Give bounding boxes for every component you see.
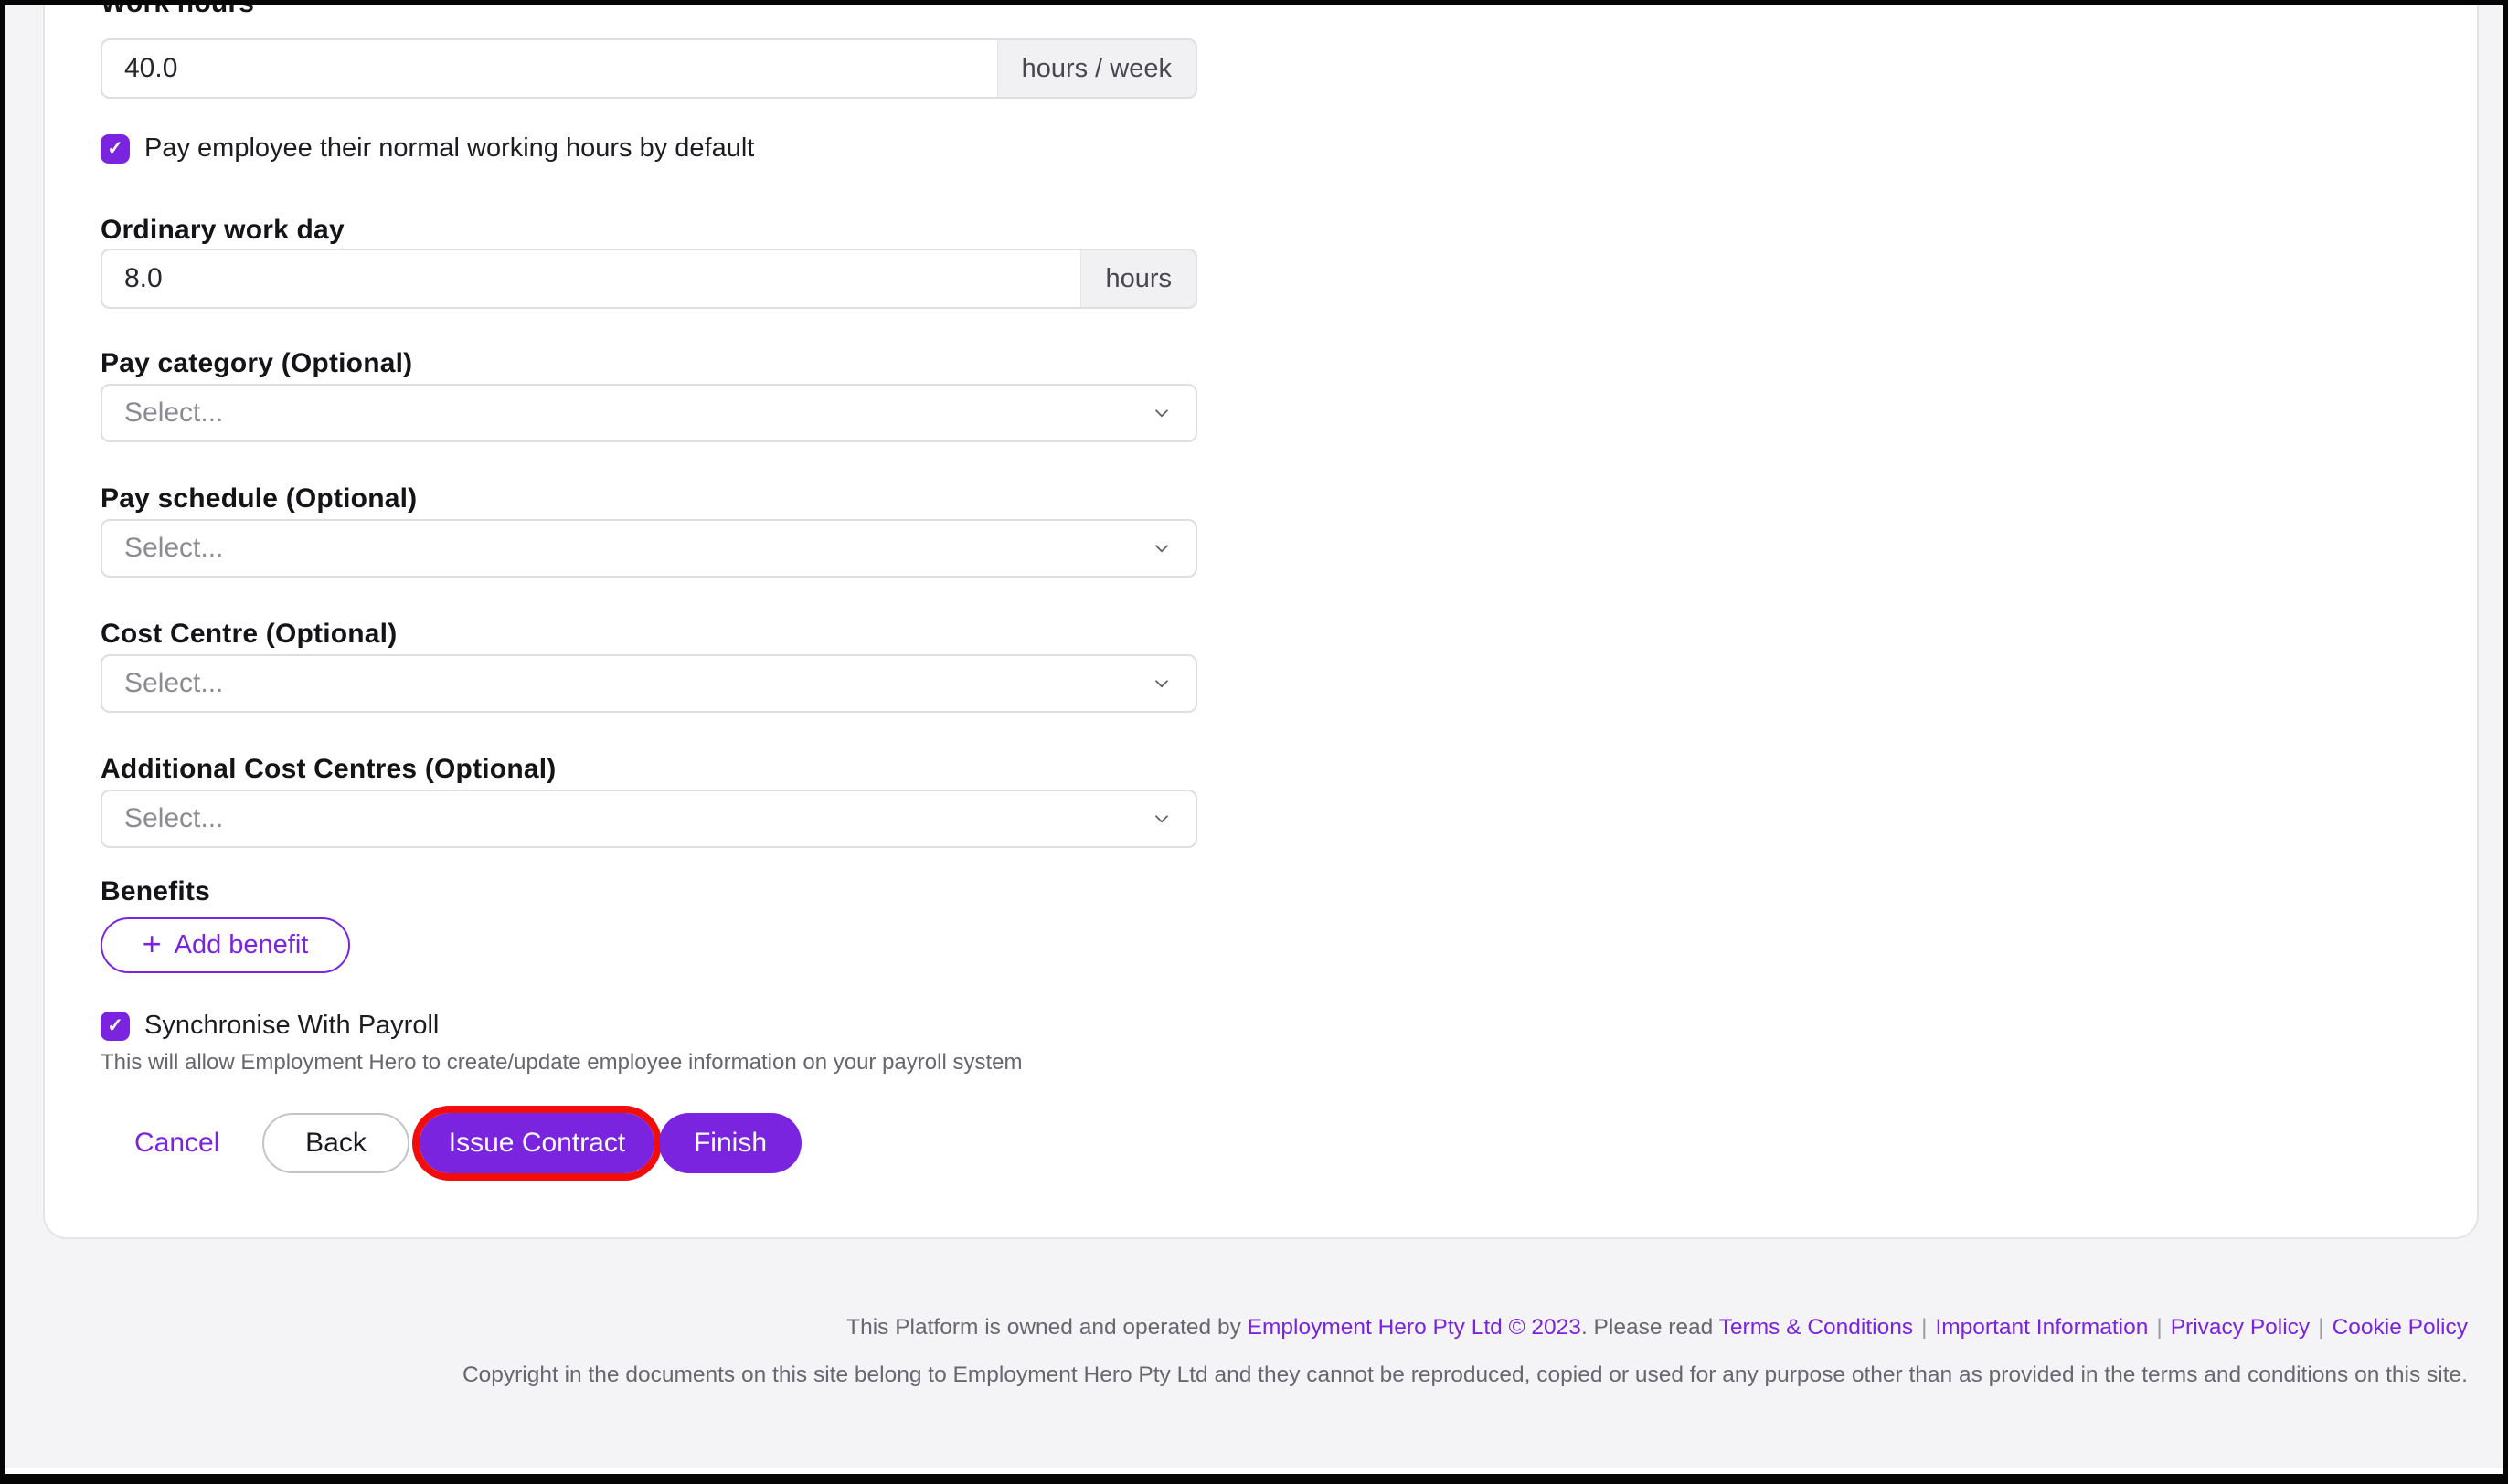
pay-schedule-label: Pay schedule (Optional) (101, 483, 417, 514)
additional-cost-centres-label: Additional Cost Centres (Optional) (101, 754, 556, 785)
issue-contract-button[interactable]: Issue Contract (420, 1113, 654, 1173)
chevron-down-icon (1150, 807, 1174, 831)
work-hours-field: hours / week (101, 38, 1197, 99)
add-benefit-button[interactable]: + Add benefit (101, 917, 350, 973)
pay-schedule-select[interactable]: Select... (101, 519, 1197, 578)
pay-default-checkbox[interactable]: ✓ (101, 134, 130, 164)
chevron-down-icon (1150, 672, 1174, 695)
footer-separator: | (1921, 1315, 1927, 1340)
hours-per-week-suffix: hours / week (997, 40, 1196, 97)
pay-schedule-placeholder: Select... (124, 533, 223, 564)
benefits-label: Benefits (101, 876, 210, 907)
add-benefit-label: Add benefit (175, 930, 309, 960)
plus-icon: + (143, 928, 162, 960)
footer-separator: | (2318, 1315, 2323, 1340)
ordinary-work-day-field: hours (101, 249, 1197, 309)
footer-separator: | (2156, 1315, 2162, 1340)
cancel-button[interactable]: Cancel (134, 1113, 219, 1173)
pay-default-row: ✓ Pay employee their normal working hour… (101, 133, 754, 164)
chevron-down-icon (1150, 401, 1174, 425)
check-icon: ✓ (107, 137, 123, 160)
work-hours-input[interactable] (102, 40, 997, 97)
synchronise-payroll-checkbox[interactable]: ✓ (101, 1012, 130, 1041)
pay-category-label: Pay category (Optional) (101, 348, 412, 379)
hours-suffix: hours (1080, 250, 1196, 307)
footer-company-link[interactable]: Employment Hero Pty Ltd © 2023 (1248, 1315, 1581, 1340)
footer-please-read-text: . Please read (1581, 1315, 1719, 1340)
pay-category-placeholder: Select... (124, 398, 223, 429)
synchronise-helper-text: This will allow Employment Hero to creat… (101, 1050, 1022, 1076)
pay-category-select[interactable]: Select... (101, 384, 1197, 442)
check-icon: ✓ (107, 1014, 123, 1037)
pay-default-label: Pay employee their normal working hours … (144, 133, 754, 164)
synchronise-payroll-label: Synchronise With Payroll (144, 1011, 439, 1041)
ordinary-work-day-input[interactable] (102, 250, 1080, 307)
cost-centre-select[interactable]: Select... (101, 654, 1197, 713)
footer-link-terms[interactable]: Terms & Conditions (1719, 1315, 1913, 1340)
work-hours-label: Work hours (101, 0, 254, 19)
chevron-down-icon (1150, 536, 1174, 560)
finish-button[interactable]: Finish (659, 1113, 802, 1173)
back-button[interactable]: Back (262, 1113, 409, 1173)
additional-cost-centres-select[interactable]: Select... (101, 790, 1197, 848)
ordinary-work-day-label: Ordinary work day (101, 215, 345, 246)
synchronise-payroll-row: ✓ Synchronise With Payroll (101, 1011, 439, 1041)
footer-link-privacy-policy[interactable]: Privacy Policy (2171, 1315, 2310, 1340)
footer-link-important-information[interactable]: Important Information (1935, 1315, 2148, 1340)
window-bottom-strip (5, 1468, 2503, 1474)
employment-details-form: Work hours hours / week ✓ Pay employee t… (101, 0, 1197, 1484)
cost-centre-label: Cost Centre (Optional) (101, 619, 397, 650)
footer-link-cookie-policy[interactable]: Cookie Policy (2333, 1315, 2468, 1340)
additional-cost-centres-placeholder: Select... (124, 803, 223, 834)
cost-centre-placeholder: Select... (124, 668, 223, 699)
